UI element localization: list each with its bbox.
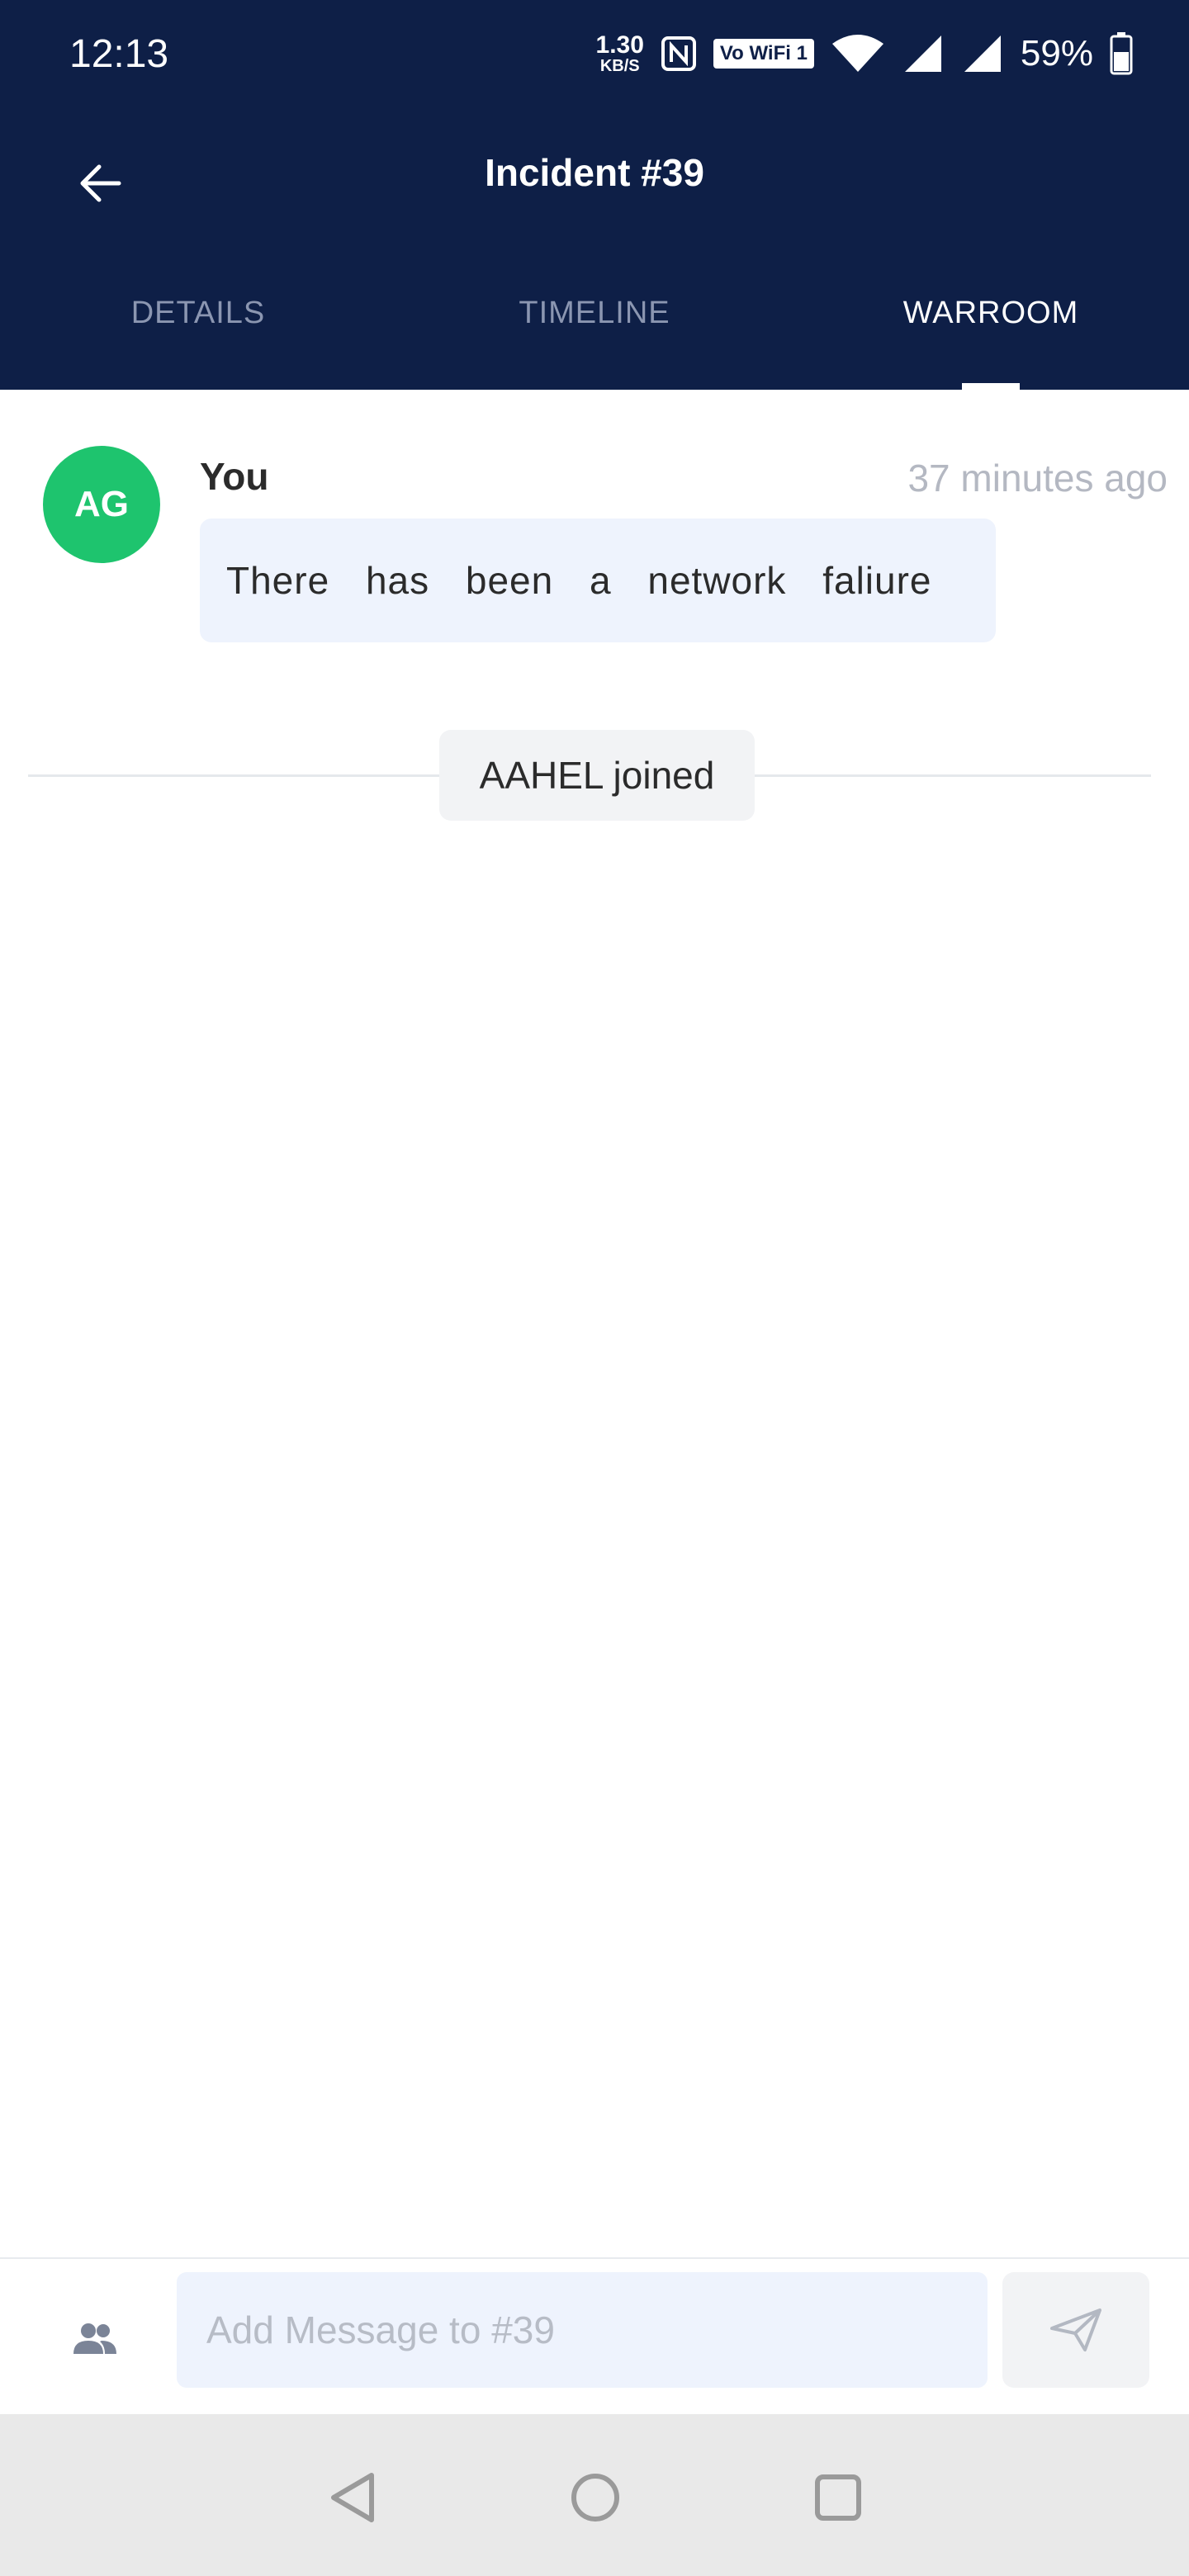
status-bar: 12:13 1.30 KB/S Vo WiFi 1 59% — [0, 0, 1189, 107]
active-tab-indicator — [962, 383, 1020, 390]
wifi-icon — [831, 32, 885, 75]
app-header: 12:13 1.30 KB/S Vo WiFi 1 59% Incident #… — [0, 0, 1189, 390]
triangle-back-icon — [329, 2472, 377, 2523]
square-recents-icon — [814, 2474, 862, 2522]
network-speed: 1.30 KB/S — [595, 31, 644, 75]
tab-label: WARROOM — [902, 296, 1079, 330]
page-title: Incident #39 — [485, 151, 704, 194]
tab-warroom[interactable]: WARROOM — [793, 272, 1189, 390]
nav-back-button[interactable] — [324, 2469, 381, 2526]
nfc-icon — [661, 36, 697, 72]
message-bubble: There has been a network faliure — [200, 519, 996, 642]
participants-button[interactable] — [58, 2302, 132, 2376]
speed-unit: KB/S — [599, 57, 640, 75]
circle-home-icon — [570, 2472, 621, 2523]
tab-bar: DETAILS TIMELINE WARROOM — [0, 272, 1189, 390]
status-time: 12:13 — [69, 32, 169, 76]
message-input[interactable] — [177, 2272, 988, 2388]
signal-icon — [902, 32, 945, 75]
toolbar: Incident #39 — [0, 124, 1189, 231]
tab-label: TIMELINE — [519, 296, 670, 330]
speed-value: 1.30 — [595, 31, 644, 59]
status-icons: 1.30 KB/S Vo WiFi 1 59% — [596, 25, 1133, 83]
battery-icon — [1110, 32, 1133, 75]
tab-details[interactable]: DETAILS — [0, 272, 396, 390]
send-button[interactable] — [1002, 2272, 1149, 2388]
tab-label: DETAILS — [130, 296, 266, 330]
battery-percent: 59% — [1020, 33, 1093, 73]
message-time: 37 minutes ago — [907, 457, 1168, 500]
people-icon — [72, 2321, 118, 2357]
volte-badge: Vo WiFi 1 — [713, 39, 814, 69]
tab-timeline[interactable]: TIMELINE — [396, 272, 793, 390]
message-composer — [0, 2257, 1189, 2414]
nav-recents-button[interactable] — [809, 2469, 867, 2526]
avatar[interactable]: AG — [43, 446, 160, 563]
system-nav-bar — [0, 2414, 1189, 2576]
join-event: AAHEL joined — [28, 727, 1151, 822]
message-sender: You — [200, 455, 269, 498]
nav-home-button[interactable] — [566, 2469, 624, 2526]
signal-icon-2 — [961, 32, 1004, 75]
send-icon — [1049, 2307, 1103, 2353]
chat-message: AG You 37 minutes ago There has been a n… — [43, 446, 1168, 644]
join-event-label: AAHEL joined — [439, 730, 755, 821]
